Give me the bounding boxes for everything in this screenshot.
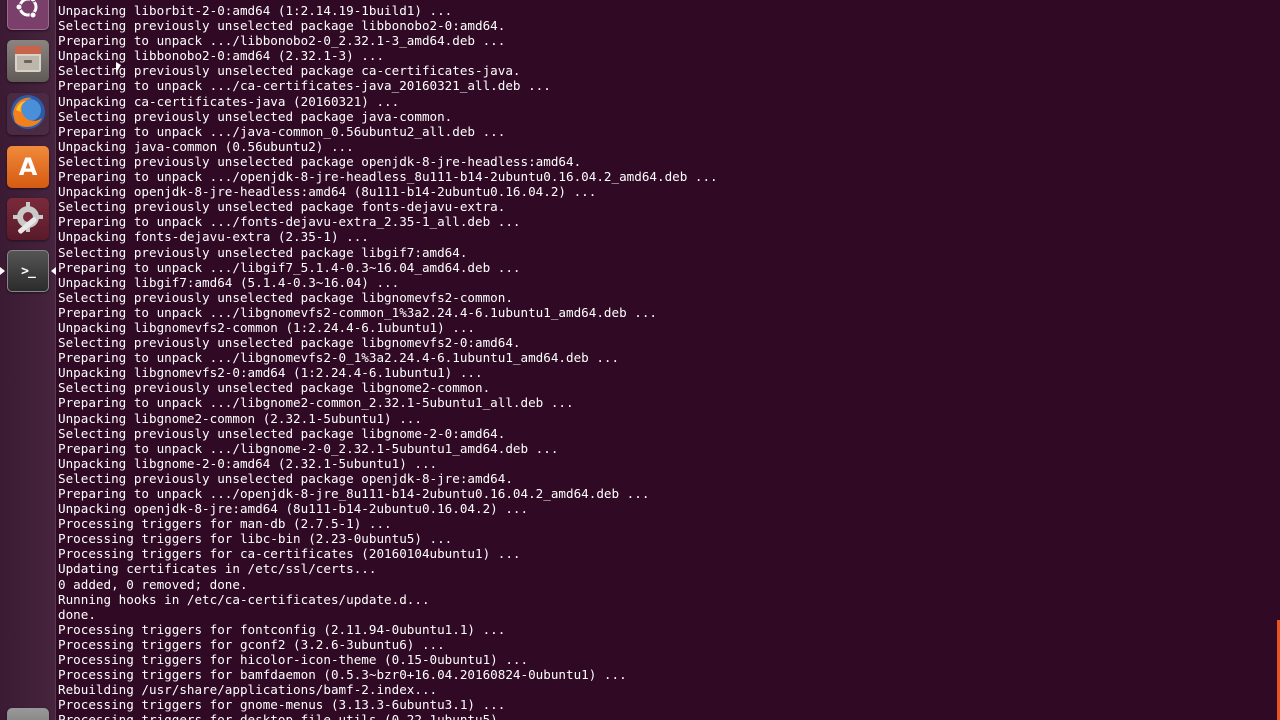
terminal-line: Preparing to unpack .../libgnomevfs2-0_1… xyxy=(58,350,620,366)
terminal-line: Preparing to unpack .../libgnomevfs2-com… xyxy=(58,304,657,320)
terminal-line: Selecting previously unselected package … xyxy=(58,470,513,486)
terminal-line: Processing triggers for man-db (2.7.5-1)… xyxy=(58,516,392,532)
terminal-line: Processing triggers for bamfdaemon (0.5.… xyxy=(58,667,627,683)
terminal-line: Processing triggers for ca-certificates … xyxy=(58,546,521,562)
terminal-line: Selecting previously unselected package … xyxy=(58,335,521,351)
terminal-line: Selecting previously unselected package … xyxy=(58,153,582,169)
terminal-line: Selecting previously unselected package … xyxy=(58,199,506,215)
terminal-line: Unpacking openjdk-8-jre-headless:amd64 (… xyxy=(58,184,597,200)
terminal-line: Preparing to unpack .../libgnome-2-0_2.3… xyxy=(58,440,559,456)
launcher-settings-button[interactable] xyxy=(7,198,49,240)
terminal-line: done. xyxy=(58,606,96,622)
gear-wrench-icon xyxy=(10,199,46,240)
launcher-trash-button[interactable] xyxy=(7,708,49,720)
terminal-line: Preparing to unpack .../libbonobo2-0_2.3… xyxy=(58,33,506,49)
terminal-line: Processing triggers for libc-bin (2.23-0… xyxy=(58,531,453,547)
terminal-line: Unpacking libgnome-2-0:amd64 (2.32.1-5ub… xyxy=(58,455,438,471)
terminal-line: Selecting previously unselected package … xyxy=(58,18,506,34)
terminal-line: Unpacking openjdk-8-jre:amd64 (8u111-b14… xyxy=(58,501,529,517)
launcher-software-button[interactable]: A xyxy=(7,146,49,188)
terminal-line: Selecting previously unselected package … xyxy=(58,63,521,79)
unity-launcher: A >_ xyxy=(0,0,56,720)
file-cabinet-icon xyxy=(11,42,45,81)
terminal-output: Unpacking liborbit-2-0:amd64 (1:2.14.19-… xyxy=(58,3,718,720)
terminal-line: 0 added, 0 removed; done. xyxy=(58,576,248,592)
terminal-line: Preparing to unpack .../fonts-dejavu-ext… xyxy=(58,214,521,230)
mouse-pointer-icon xyxy=(116,62,121,73)
terminal-line: Selecting previously unselected package … xyxy=(58,425,506,441)
active-app-indicator-right xyxy=(51,267,56,275)
terminal-line: Preparing to unpack .../java-common_0.56… xyxy=(58,123,506,139)
terminal-line: Unpacking java-common (0.56ubuntu2) ... xyxy=(58,138,354,154)
terminal-line: Preparing to unpack .../ca-certificates-… xyxy=(58,78,551,94)
desktop: A >_ Unpacking liborbit-2-0:amd64 (1:2.1… xyxy=(0,0,1280,720)
terminal-line: Selecting previously unselected package … xyxy=(58,380,491,396)
launcher-dash-button[interactable] xyxy=(7,0,49,30)
ubuntu-logo-icon xyxy=(13,0,43,27)
terminal-line: Unpacking ca-certificates-java (20160321… xyxy=(58,93,400,109)
terminal-line: Processing triggers for gnome-menus (3.1… xyxy=(58,697,506,713)
terminal-line: Selecting previously unselected package … xyxy=(58,108,453,124)
terminal-line: Unpacking libgnomevfs2-common (1:2.24.4-… xyxy=(58,319,476,335)
terminal-line: Unpacking liborbit-2-0:amd64 (1:2.14.19-… xyxy=(58,3,453,18)
terminal-window[interactable]: Unpacking liborbit-2-0:amd64 (1:2.14.19-… xyxy=(57,0,1280,720)
shopping-bag-icon: A xyxy=(18,153,38,181)
terminal-line: Rebuilding /usr/share/applications/bamf-… xyxy=(58,682,438,698)
terminal-line: Updating certificates in /etc/ssl/certs.… xyxy=(58,561,377,577)
terminal-icon: >_ xyxy=(21,263,36,279)
terminal-line: Preparing to unpack .../openjdk-8-jre_8u… xyxy=(58,486,650,501)
terminal-line: Preparing to unpack .../libgif7_5.1.4-0.… xyxy=(58,259,521,275)
firefox-icon xyxy=(8,93,48,135)
terminal-line: Running hooks in /etc/ca-certificates/up… xyxy=(58,591,430,607)
terminal-line: Unpacking libgnome2-common (2.32.1-5ubun… xyxy=(58,410,422,426)
launcher-files-button[interactable] xyxy=(7,40,49,82)
terminal-line: Processing triggers for fontconfig (2.11… xyxy=(58,621,506,637)
terminal-line: Unpacking libgnomevfs2-0:amd64 (1:2.24.4… xyxy=(58,365,483,381)
terminal-line: Selecting previously unselected package … xyxy=(58,244,468,260)
terminal-line: Unpacking libgif7:amd64 (5.1.4-0.3~16.04… xyxy=(58,274,400,290)
terminal-line: Preparing to unpack .../libgnome2-common… xyxy=(58,395,574,411)
launcher-terminal-button[interactable]: >_ xyxy=(7,250,49,292)
launcher-firefox-button[interactable] xyxy=(7,93,49,135)
terminal-line: Unpacking libbonobo2-0:amd64 (2.32.1-3) … xyxy=(58,48,385,64)
terminal-line: Unpacking fonts-dejavu-extra (2.35-1) ..… xyxy=(58,229,369,245)
terminal-line: Processing triggers for gconf2 (3.2.6-3u… xyxy=(58,636,445,652)
terminal-line: Preparing to unpack .../openjdk-8-jre-he… xyxy=(58,169,718,185)
terminal-line: Processing triggers for desktop-file-uti… xyxy=(58,712,529,720)
terminal-line: Selecting previously unselected package … xyxy=(58,289,513,305)
active-app-indicator-left xyxy=(0,267,5,275)
terminal-line: Processing triggers for hicolor-icon-the… xyxy=(58,652,529,668)
